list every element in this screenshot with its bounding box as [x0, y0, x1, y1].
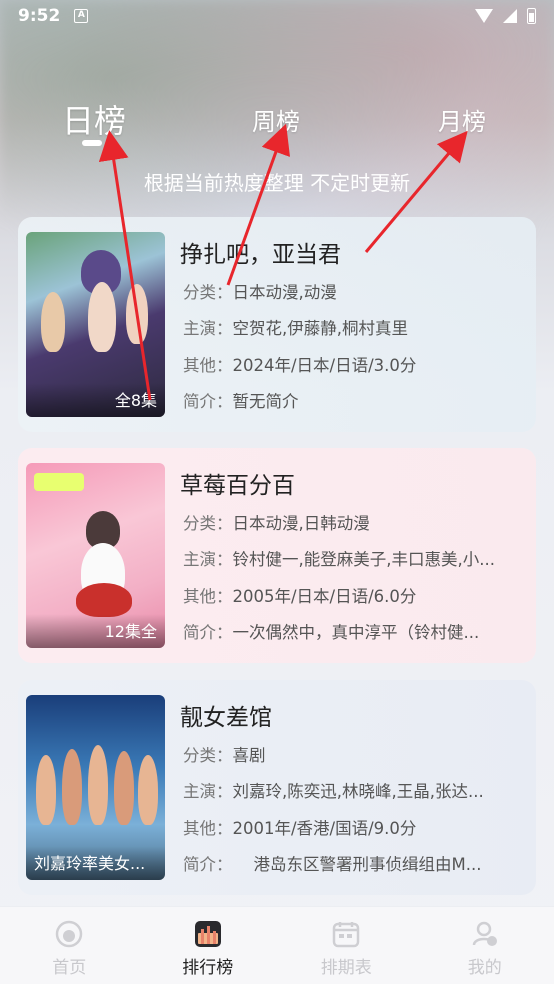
- tab-weekly[interactable]: 周榜: [252, 102, 300, 137]
- ranking-tabs: 日榜 周榜 月榜: [0, 96, 554, 156]
- wifi-icon: [475, 9, 493, 23]
- item-title: 靓女差馆: [180, 705, 272, 731]
- poster-image: 12集全: [26, 463, 165, 648]
- poster-image: 全8集: [26, 232, 165, 417]
- ranking-icon: [194, 921, 221, 947]
- profile-icon: [472, 921, 497, 946]
- item-title: 挣扎吧，亚当君: [180, 242, 341, 268]
- nav-profile[interactable]: 我的: [416, 907, 554, 984]
- episode-badge: 12集全: [26, 614, 165, 648]
- nav-home[interactable]: 首页: [0, 907, 139, 984]
- item-category: 分类：喜剧: [183, 746, 266, 765]
- episode-badge: 刘嘉玲率美女...: [26, 846, 165, 880]
- notification-icon: A: [74, 9, 89, 23]
- tab-daily[interactable]: 日榜: [62, 96, 126, 142]
- item-other: 其他：2005年/日本/日语/6.0分: [183, 587, 417, 606]
- battery-icon: [527, 8, 536, 24]
- list-item[interactable]: 全8集 挣扎吧，亚当君 分类：日本动漫,动漫 主演：空贺花,伊藤静,桐村真里 其…: [18, 217, 536, 432]
- item-intro: 简介：一次偶然中，真中淳平（铃村健...: [183, 623, 480, 642]
- list-item[interactable]: 12集全 草莓百分百 分类：日本动漫,日韩动漫 主演：铃村健一,能登麻美子,丰口…: [18, 448, 536, 663]
- status-bar: 9:52 A: [0, 0, 554, 32]
- home-icon: [56, 920, 83, 948]
- item-other: 其他：2001年/香港/国语/9.0分: [183, 819, 417, 838]
- item-other: 其他：2024年/日本/日语/3.0分: [183, 356, 417, 375]
- item-cast: 主演：空贺花,伊藤静,桐村真里: [183, 319, 408, 338]
- item-title: 草莓百分百: [180, 473, 295, 499]
- item-cast: 主演：铃村健一,能登麻美子,丰口惠美,小...: [183, 550, 495, 569]
- item-category: 分类：日本动漫,日韩动漫: [183, 514, 370, 533]
- nav-ranking[interactable]: 排行榜: [139, 907, 278, 984]
- calendar-icon: [333, 922, 360, 948]
- tab-indicator: [82, 140, 102, 146]
- bottom-navigation: 首页 排行榜 排期表 我的: [0, 906, 554, 984]
- tab-monthly[interactable]: 月榜: [438, 102, 486, 137]
- item-cast: 主演：刘嘉玲,陈奕迅,林晓峰,王晶,张达...: [183, 782, 484, 801]
- page-subtitle: 根据当前热度整理 不定时更新: [143, 171, 411, 195]
- item-intro: 简介： 港岛东区警署刑事侦缉组由M...: [183, 855, 482, 874]
- list-item[interactable]: 刘嘉玲率美女... 靓女差馆 分类：喜剧 主演：刘嘉玲,陈奕迅,林晓峰,王晶,张…: [18, 680, 536, 895]
- signal-icon: [503, 9, 517, 23]
- nav-schedule[interactable]: 排期表: [277, 907, 416, 984]
- episode-badge: 全8集: [26, 383, 165, 417]
- poster-image: 刘嘉玲率美女...: [26, 695, 165, 880]
- item-intro: 简介：暂无简介: [183, 392, 299, 411]
- item-category: 分类：日本动漫,动漫: [183, 283, 337, 302]
- status-time: 9:52: [18, 6, 61, 26]
